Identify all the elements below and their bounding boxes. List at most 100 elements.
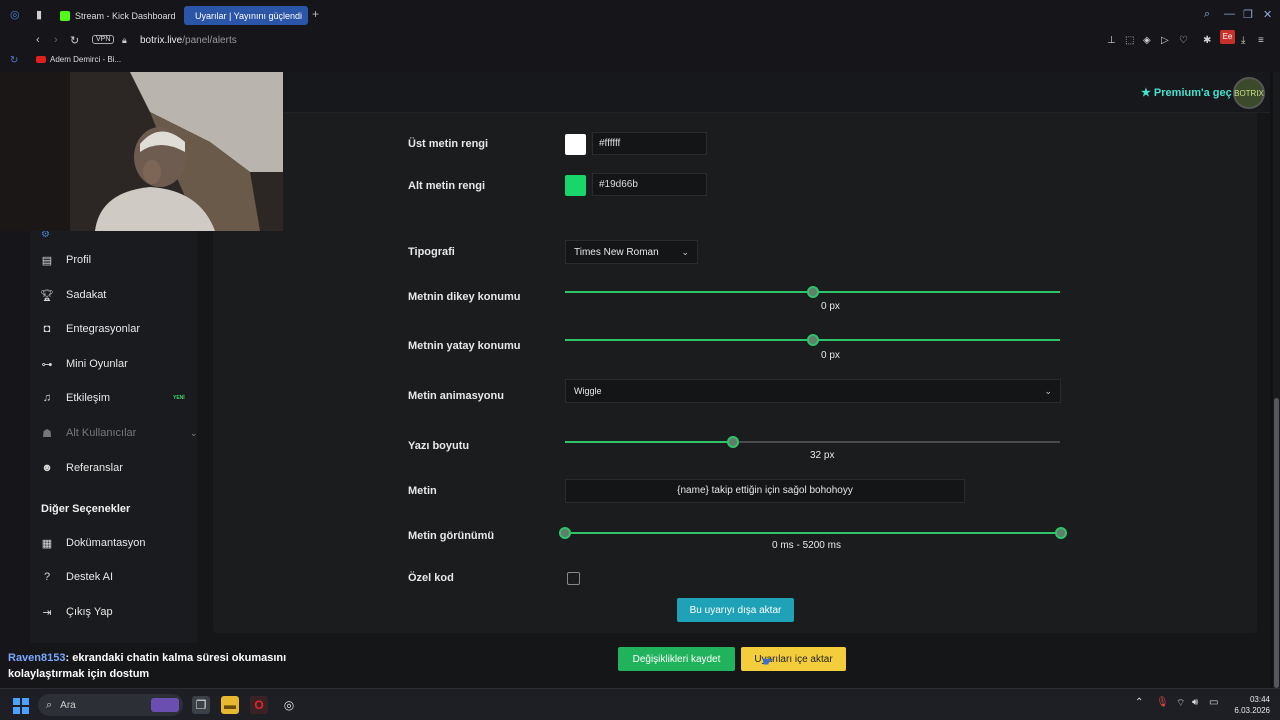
new-tab-button[interactable]: + [312, 7, 319, 21]
reload-icon[interactable]: ↻ [70, 34, 79, 47]
premium-link[interactable]: ★ Premium'a geç [1141, 86, 1232, 99]
custom-code-label: Özel kod [408, 572, 454, 584]
gamepad-icon: ⊶ [41, 358, 53, 371]
vpn-badge[interactable]: VPN [92, 35, 115, 44]
sidebar-item-label: Mini Oyunlar [66, 358, 128, 370]
sidebar-item-sadakat[interactable]: 🏆︎ Sadakat [40, 284, 190, 306]
font-size-label: Yazı boyutu [408, 440, 470, 452]
taskbar-search[interactable]: ⌕ Ara [38, 694, 183, 716]
custom-code-checkbox[interactable] [567, 572, 580, 585]
tab-kick-dashboard[interactable]: Stream - Kick Dashboard [54, 6, 182, 25]
heart-icon[interactable]: ♡ [1179, 35, 1188, 46]
sidebar-item-profil[interactable]: ▤ Profil [40, 249, 190, 271]
avatar-text: BOTRIX [1234, 88, 1264, 98]
botrix-icon [187, 13, 193, 18]
typography-value: Times New Roman [574, 246, 659, 258]
restore-icon[interactable]: ❐ [1243, 8, 1253, 21]
top-color-label: Üst metin rengi [408, 138, 489, 150]
bookmark-bar: Adem Demirci - Bi... [0, 52, 1280, 72]
windows-start-icon[interactable] [13, 698, 29, 714]
tab-overview-icon[interactable]: ▮ [36, 8, 42, 21]
export-alert-button[interactable]: Bu uyarıyı dışa aktar [677, 598, 794, 622]
alert-text-input[interactable]: {name} takip ettiğin için sağol bohohoyy [565, 479, 965, 503]
search-placeholder: Ara [60, 699, 76, 711]
menu-icon[interactable]: ≡ [1258, 35, 1264, 46]
bottom-color-input[interactable] [592, 173, 707, 196]
visibility-label: Metin görünümü [408, 530, 495, 542]
close-icon[interactable]: ✕ [1263, 8, 1272, 21]
webcam-image [0, 72, 283, 231]
import-alerts-button[interactable]: Uyarıları içe aktar [741, 647, 846, 671]
id-card-icon: ▤ [41, 254, 53, 267]
battery-icon[interactable]: ▭ [1209, 697, 1218, 708]
search-tabs-icon[interactable]: ⌕ [1204, 8, 1210, 21]
shield-icon[interactable]: ◈ [1143, 35, 1151, 46]
show-hidden-icons[interactable]: ⌃ [1135, 697, 1143, 708]
cursor-icon: ☛ [762, 654, 774, 669]
visibility-end-handle[interactable] [1055, 527, 1067, 539]
snapshot-icon[interactable]: ⬚ [1125, 35, 1134, 46]
tab-alerts[interactable]: Uyarılar | Yayınını güçlendi [184, 6, 308, 25]
sidebar-item-etkilesim[interactable]: ♫ Etkileşim YENİ [40, 387, 190, 409]
animation-select[interactable]: Wiggle ⌄ [565, 379, 1061, 403]
animation-label: Metin animasyonu [408, 390, 504, 402]
lock-icon[interactable]: 🔒︎ [122, 35, 127, 46]
horizontal-position-handle[interactable] [806, 334, 819, 346]
top-color-swatch[interactable] [565, 134, 586, 155]
bookmark-item[interactable]: Adem Demirci - Bi... [36, 55, 121, 64]
horizontal-position-value: 0 px [821, 350, 840, 361]
sync-icon[interactable]: ↻ [10, 55, 18, 66]
question-icon: ? [43, 571, 51, 583]
tab-title: Stream - Kick Dashboard [75, 10, 176, 21]
extensions-icon[interactable]: ✱ [1203, 35, 1211, 46]
vertical-position-handle[interactable] [806, 286, 819, 298]
back-icon[interactable]: ‹ [36, 34, 40, 46]
bookmark-label: Adem Demirci - Bi... [50, 55, 122, 64]
task-view-icon[interactable]: ❐ [192, 696, 210, 714]
file-explorer-icon[interactable]: ▬ [221, 696, 239, 714]
pin-icon[interactable]: ⊥ [1107, 35, 1116, 46]
top-color-input[interactable] [592, 132, 707, 155]
sidebar-item-cikis-yap[interactable]: ⇥ Çıkış Yap [40, 601, 190, 623]
play-icon[interactable]: ▷ [1161, 35, 1169, 46]
sidebar-item-label: Sadakat [66, 289, 107, 301]
sidebar-item-dokumantasyon[interactable]: ▦ Dokümantasyon [40, 532, 190, 554]
sidebar-item-mini-oyunlar[interactable]: ⊶ Mini Oyunlar [40, 353, 190, 375]
bottom-color-swatch[interactable] [565, 175, 586, 196]
forward-icon[interactable]: › [54, 34, 58, 46]
microphone-icon[interactable]: 🎙︎ [1156, 697, 1169, 708]
chevron-down-icon: ⌄ [681, 246, 689, 257]
sidebar-item-entegrasyonlar[interactable]: ◘ Entegrasyonlar [40, 318, 190, 340]
extension-badge[interactable]: Ee [1220, 30, 1235, 44]
url-field[interactable]: botrix.live/panel/alerts [140, 35, 237, 46]
people-icon: ☻ [41, 462, 53, 474]
save-changes-button[interactable]: Değişiklikleri kaydet [618, 647, 735, 671]
sidebar-item-destek-ai[interactable]: ? Destek AI [40, 566, 190, 588]
chevron-down-icon: ⌄ [190, 427, 198, 438]
minimize-icon[interactable]: — [1224, 8, 1235, 20]
opera-logo-icon[interactable]: ◎ [10, 8, 20, 21]
sidebar-item-alt-kullanicilar[interactable]: ☗ Alt Kullanıcılar ⌄ [40, 422, 197, 444]
search-highlight-image [151, 698, 179, 712]
trophy-icon: 🏆︎ [40, 289, 54, 302]
tab-title: Uyarılar | Yayınını güçlendi [195, 10, 303, 21]
font-size-slider[interactable] [565, 441, 1060, 443]
browser-tab-bar: ◎ ▮ Stream - Kick Dashboard Uyarılar | Y… [0, 0, 1280, 30]
top-header [283, 72, 1270, 113]
alert-settings-panel [213, 113, 1257, 633]
typography-select[interactable]: Times New Roman ⌄ [565, 240, 698, 264]
music-note-icon: ♫ [42, 392, 52, 404]
opera-browser-icon[interactable]: O [250, 696, 268, 714]
clock[interactable]: 03:44 6.03.2026 [1232, 694, 1270, 716]
download-icon[interactable]: ⤓ [1241, 35, 1245, 46]
visibility-range-slider[interactable] [565, 532, 1060, 534]
sidebar-item-referanslar[interactable]: ☻ Referanslar [40, 457, 190, 479]
book-icon: ▦ [41, 537, 53, 550]
volume-icon[interactable]: 🔊︎ [1192, 697, 1198, 708]
scrollbar-thumb[interactable] [1274, 398, 1279, 688]
avatar[interactable]: BOTRIX [1233, 77, 1265, 109]
visibility-start-handle[interactable] [559, 527, 571, 539]
taskbar: ⌕ Ara ❐ ▬ O ◎ ⌃ 🎙︎ ⌔ 🔊︎ ▭ 03:44 6.03.202… [0, 688, 1280, 720]
wifi-icon[interactable]: ⌔ [1176, 697, 1185, 710]
opera-gx-icon[interactable]: ◎ [280, 696, 298, 714]
